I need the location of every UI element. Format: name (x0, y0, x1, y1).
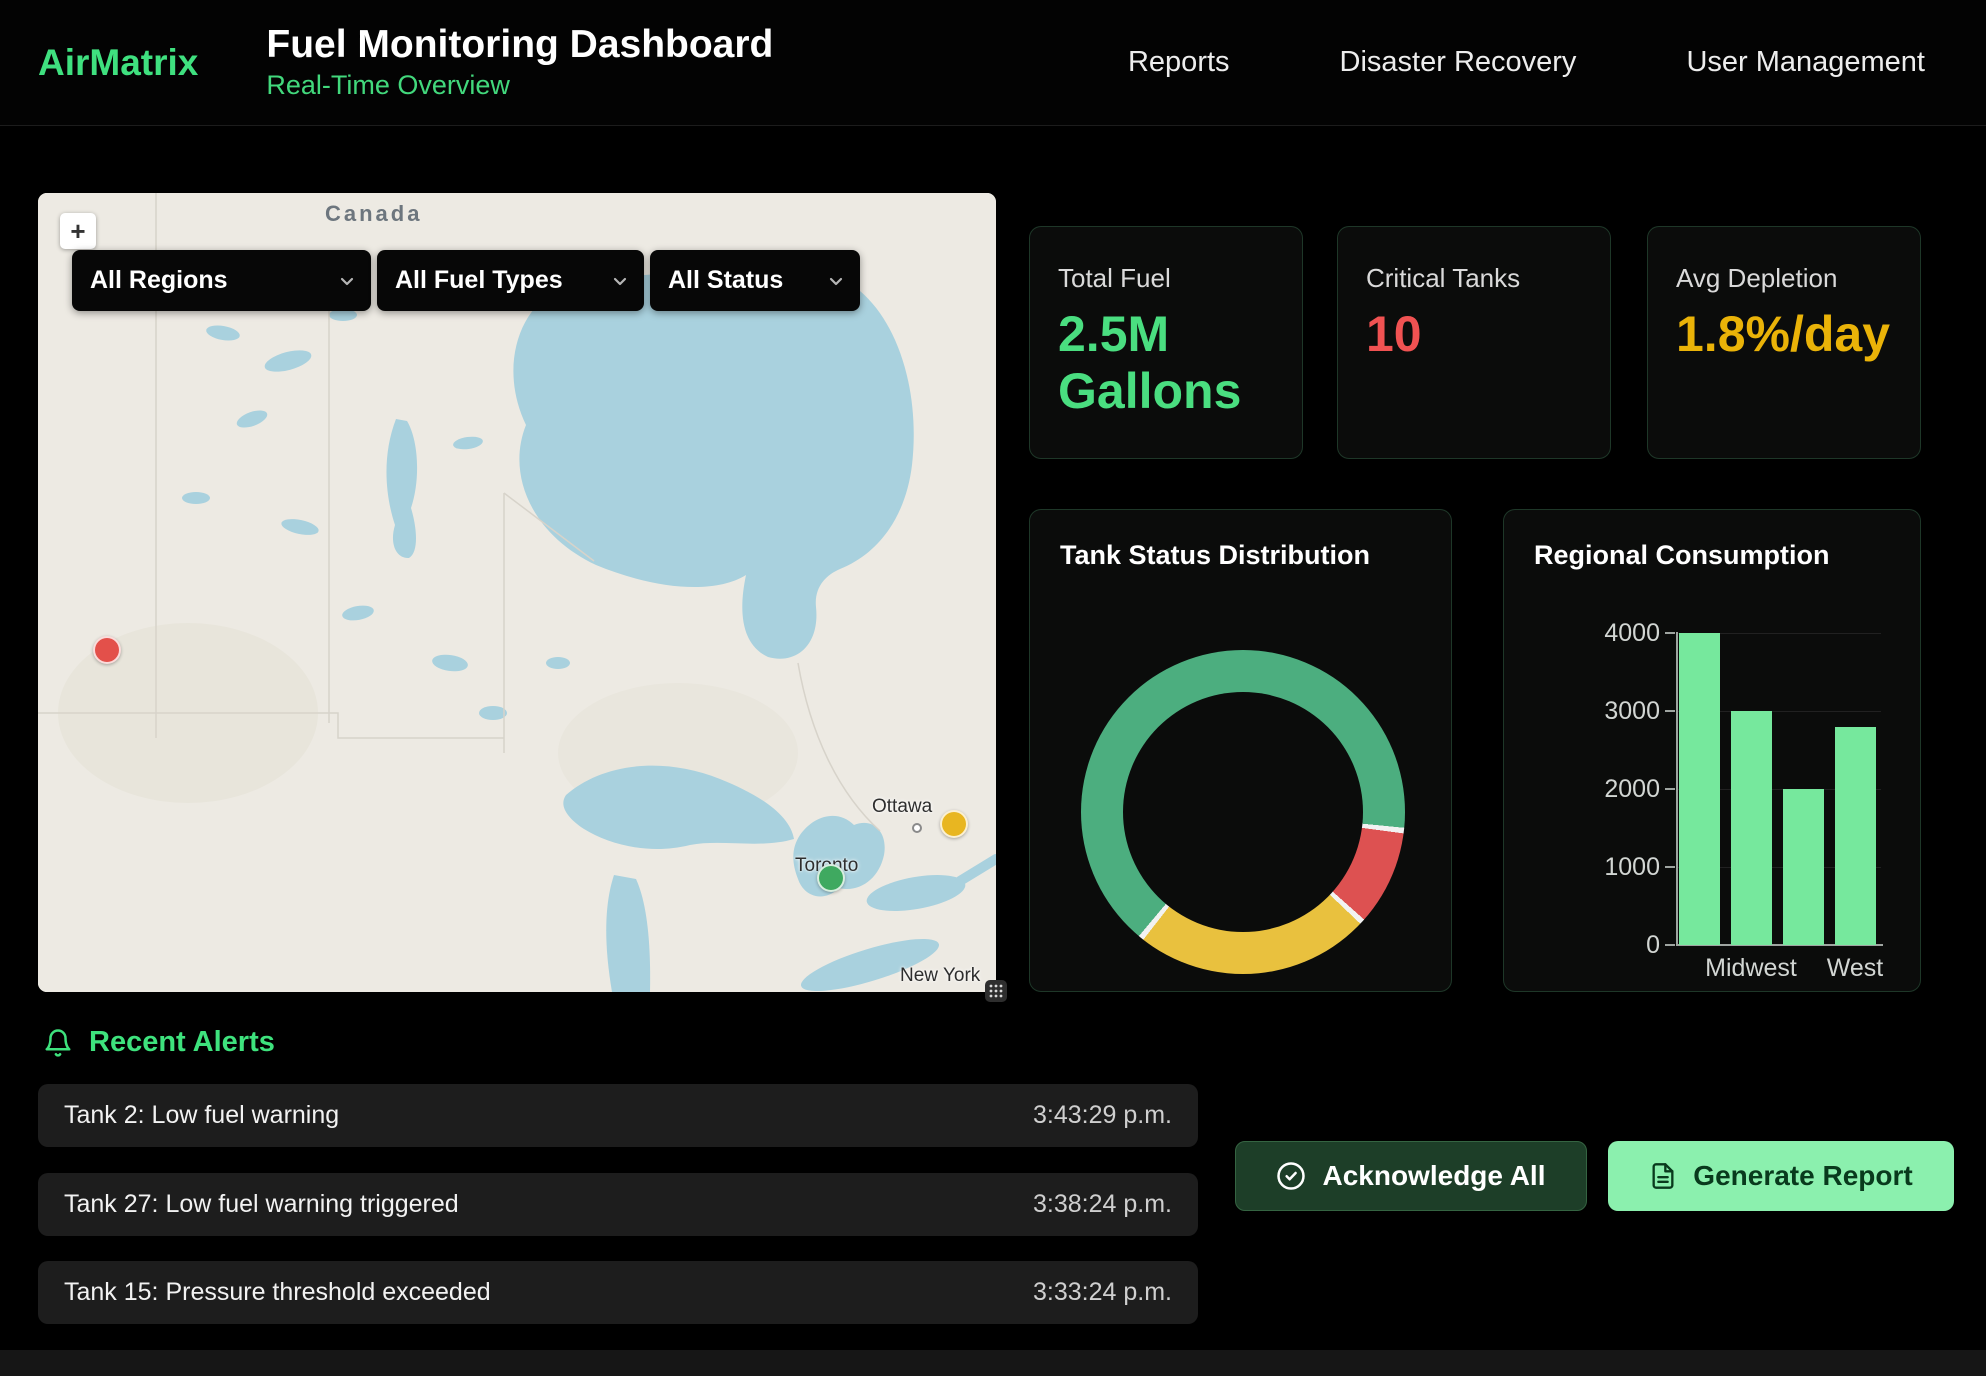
bell-icon (43, 1028, 73, 1058)
page-subtitle: Real-Time Overview (266, 70, 773, 101)
status-filter-dropdown[interactable]: All Status (650, 250, 860, 311)
fuel-monitoring-dashboard: AirMatrix Fuel Monitoring Dashboard Real… (0, 0, 1986, 1376)
alert-time: 3:33:24 p.m. (1033, 1278, 1172, 1307)
avg-depletion-card: Avg Depletion 1.8%/day (1647, 226, 1921, 459)
page-title: Fuel Monitoring Dashboard (266, 24, 773, 67)
zoom-in-button[interactable]: + (60, 213, 96, 249)
y-tick-label: 1000 (1550, 853, 1660, 882)
chevron-down-icon (337, 271, 357, 291)
generate-report-button[interactable]: Generate Report (1608, 1141, 1954, 1211)
ottawa-town-dot (912, 823, 922, 833)
alert-text: Tank 15: Pressure threshold exceeded (64, 1278, 491, 1307)
chevron-down-icon (610, 271, 630, 291)
y-tick-mark (1665, 710, 1675, 712)
alert-text: Tank 27: Low fuel warning triggered (64, 1190, 459, 1219)
fuel-types-filter-value: All Fuel Types (395, 266, 563, 295)
y-tick-label: 4000 (1550, 619, 1660, 648)
fuel-types-filter-dropdown[interactable]: All Fuel Types (377, 250, 644, 311)
x-tick-label: West (1827, 954, 1884, 983)
alert-time: 3:43:29 p.m. (1033, 1101, 1172, 1130)
consumption-bar-0[interactable] (1679, 633, 1720, 945)
stat-label: Avg Depletion (1676, 263, 1920, 294)
tank-marker-warning[interactable] (940, 810, 968, 838)
y-tick-mark (1665, 944, 1675, 946)
consumption-bar-3[interactable] (1835, 727, 1876, 945)
stat-label: Critical Tanks (1366, 263, 1610, 294)
stat-label: Total Fuel (1058, 263, 1302, 294)
avg-depletion-value: 1.8%/day (1676, 306, 1876, 363)
acknowledge-all-label: Acknowledge All (1322, 1160, 1545, 1192)
generate-report-label: Generate Report (1693, 1160, 1912, 1192)
chevron-down-icon (826, 271, 846, 291)
map-label-new-york: New York (900, 965, 980, 987)
status-filter-value: All Status (668, 266, 783, 295)
check-circle-icon (1276, 1161, 1306, 1191)
map-panel[interactable]: Canada Ottawa Toronto New York + All Reg… (38, 193, 996, 992)
map-filter-bar: All Regions All Fuel Types All Status (72, 250, 860, 311)
y-tick-label: 3000 (1550, 697, 1660, 726)
total-fuel-value: 2.5M Gallons (1058, 306, 1258, 419)
tank-marker-normal[interactable] (817, 864, 845, 892)
regions-filter-dropdown[interactable]: All Regions (72, 250, 371, 311)
alert-row[interactable]: Tank 27: Low fuel warning triggered 3:38… (38, 1173, 1198, 1236)
map-label-ottawa: Ottawa (872, 796, 932, 818)
y-tick-mark (1665, 788, 1675, 790)
recent-alerts-title: Recent Alerts (89, 1026, 275, 1059)
nav-user-management[interactable]: User Management (1686, 46, 1925, 79)
critical-tanks-card: Critical Tanks 10 (1337, 226, 1611, 459)
consumption-bar-2[interactable] (1783, 789, 1824, 945)
critical-tanks-value: 10 (1366, 306, 1566, 363)
y-tick-label: 0 (1550, 931, 1660, 960)
nav-disaster-recovery[interactable]: Disaster Recovery (1340, 46, 1577, 79)
tank-marker-critical[interactable] (93, 636, 121, 664)
regional-consumption-bar-chart[interactable]: 0 1000 2000 3000 4000 Midwest West (1504, 510, 1920, 991)
alert-text: Tank 2: Low fuel warning (64, 1101, 339, 1130)
nav-reports[interactable]: Reports (1128, 46, 1230, 79)
total-fuel-card: Total Fuel 2.5M Gallons (1029, 226, 1303, 459)
header: AirMatrix Fuel Monitoring Dashboard Real… (0, 0, 1986, 126)
y-tick-mark (1665, 866, 1675, 868)
alert-row[interactable]: Tank 2: Low fuel warning 3:43:29 p.m. (38, 1084, 1198, 1147)
y-tick-mark (1665, 632, 1675, 634)
consumption-bar-1[interactable] (1731, 711, 1772, 945)
recent-alerts-heading: Recent Alerts (43, 1026, 275, 1059)
regional-consumption-card: Regional Consumption 01000200030004000Mi… (1503, 509, 1921, 992)
alert-time: 3:38:24 p.m. (1033, 1190, 1172, 1219)
acknowledge-all-button[interactable]: Acknowledge All (1235, 1141, 1587, 1211)
grip-dots-icon (988, 983, 1004, 999)
tank-status-card: Tank Status Distribution (1029, 509, 1452, 992)
tank-status-card-title: Tank Status Distribution (1030, 510, 1451, 571)
resize-handle[interactable] (985, 980, 1007, 1002)
main-nav: Reports Disaster Recovery User Managemen… (1128, 46, 1925, 79)
x-tick-label: Midwest (1705, 954, 1797, 983)
document-icon (1649, 1162, 1677, 1190)
title-block: Fuel Monitoring Dashboard Real-Time Over… (266, 24, 773, 102)
tank-status-donut-chart[interactable] (1081, 650, 1405, 974)
regions-filter-value: All Regions (90, 266, 228, 295)
alert-row[interactable]: Tank 15: Pressure threshold exceeded 3:3… (38, 1261, 1198, 1324)
y-tick-label: 2000 (1550, 775, 1660, 804)
map-label-canada: Canada (325, 201, 422, 227)
brand-logo[interactable]: AirMatrix (38, 42, 198, 84)
bottom-bar (0, 1350, 1986, 1376)
